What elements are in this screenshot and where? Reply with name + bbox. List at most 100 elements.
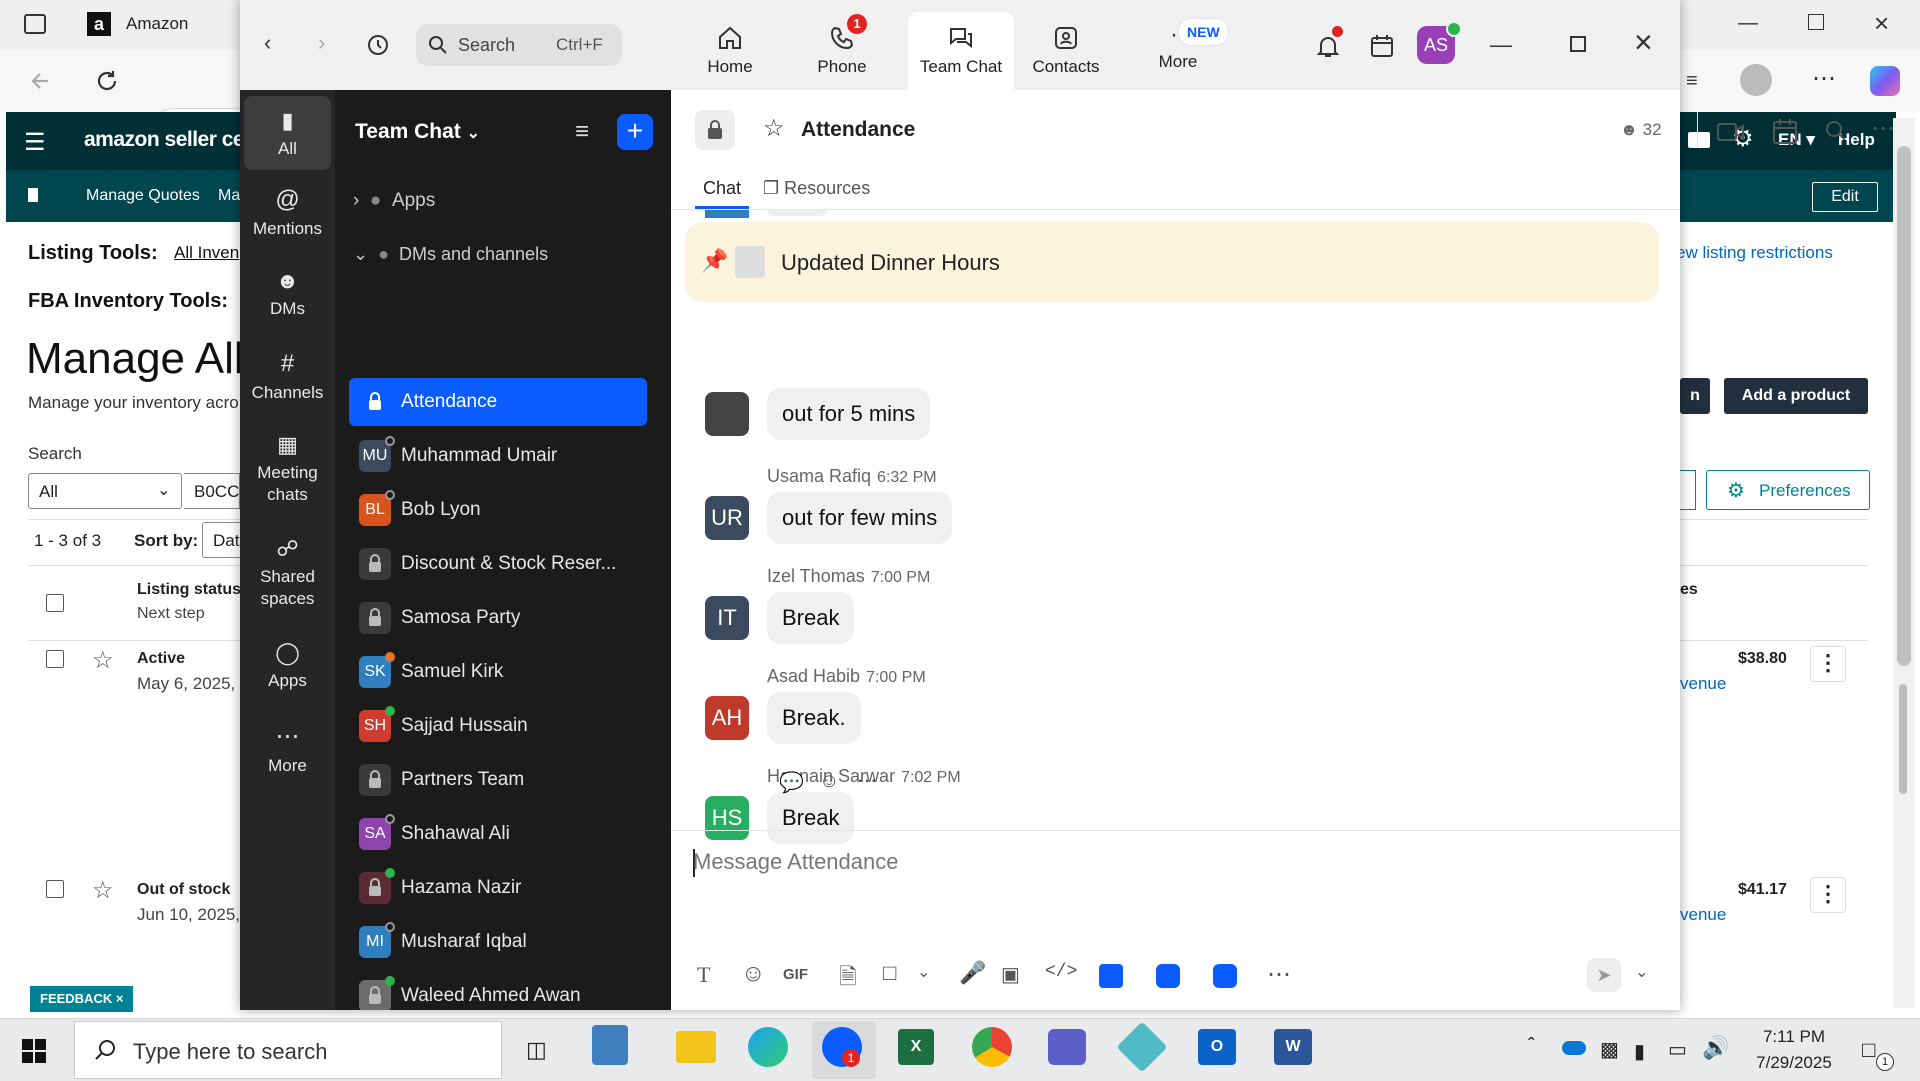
search-icon[interactable]	[1825, 120, 1847, 142]
channel-item[interactable]: MU Muhammad Umair	[349, 432, 647, 480]
reply-icon[interactable]: 💬	[779, 770, 804, 795]
row-revenue-link[interactable]: venue	[1680, 674, 1726, 694]
file-icon[interactable]: 🗎	[839, 960, 857, 998]
channel-item[interactable]: Samosa Party	[349, 594, 647, 642]
row-checkbox[interactable]	[46, 880, 64, 898]
calendar-status-icon[interactable]	[1368, 32, 1396, 60]
clock-time[interactable]: 7:11 PM	[1754, 1027, 1834, 1047]
edit-button[interactable]: Edit	[1812, 182, 1878, 212]
nav-manage-quotes[interactable]: Manage Quotes	[86, 187, 200, 205]
row-checkbox[interactable]	[46, 650, 64, 668]
send-options-chevron-icon[interactable]: ⌄	[1635, 962, 1648, 982]
code-icon[interactable]: </>	[1045, 962, 1077, 982]
back-arrow-icon[interactable]: ‹	[264, 30, 271, 56]
minimize-icon[interactable]: —	[1738, 12, 1758, 35]
channel-item[interactable]: SH Sajjad Hussain	[349, 702, 647, 750]
pinned-message-bar[interactable]: 📌 Updated Dinner Hours	[685, 222, 1659, 302]
message-avatar[interactable]: AH	[705, 696, 749, 740]
microphone-icon[interactable]: 🎤	[959, 960, 986, 986]
send-icon[interactable]: ➤	[1587, 958, 1621, 992]
sender-name[interactable]: Usama Rafiq	[767, 466, 871, 486]
channel-item[interactable]: SA Shahawal Ali	[349, 810, 647, 858]
more-options-icon[interactable]: ⋯	[1871, 114, 1895, 143]
copilot-icon[interactable]	[1870, 66, 1900, 96]
add-product-button[interactable]: Add a product	[1724, 378, 1868, 414]
star-icon[interactable]: ☆	[92, 646, 114, 675]
amazon-logo[interactable]: amazon seller cen	[84, 128, 257, 152]
reload-icon[interactable]	[94, 68, 120, 94]
message-avatar[interactable]: HS	[705, 796, 749, 840]
message-bubble[interactable]: Break	[767, 592, 855, 644]
calculator-app-icon[interactable]	[592, 1025, 628, 1065]
message-more-icon[interactable]: ⋯	[857, 768, 877, 793]
channel-title[interactable]: Attendance	[801, 118, 915, 142]
search-input[interactable]: B0CC2	[184, 473, 249, 509]
nav-team-chat[interactable]: Team Chat	[914, 24, 1008, 77]
back-icon[interactable]	[28, 68, 54, 94]
mail-icon[interactable]	[1688, 132, 1710, 148]
star-icon[interactable]: ☆	[92, 876, 114, 905]
maximize-icon[interactable]	[1570, 36, 1586, 52]
view-restrictions-link[interactable]: ew listing restrictions	[1676, 243, 1833, 263]
rail-dms[interactable]: ☻ DMs	[240, 268, 335, 320]
message-avatar[interactable]: UR	[705, 496, 749, 540]
chevron-up-icon[interactable]: ˆ	[1528, 1035, 1535, 1058]
preferences-button[interactable]: ⚙ Preferences	[1706, 470, 1870, 510]
browser-tab-title[interactable]: Amazon	[126, 14, 188, 34]
add-reaction-icon[interactable]: ☺	[819, 770, 839, 793]
file-explorer-icon[interactable]	[676, 1031, 716, 1063]
partial-outline-button[interactable]	[1680, 470, 1696, 510]
message-avatar[interactable]: IT	[705, 596, 749, 640]
screenshot-icon[interactable]: □	[883, 960, 896, 986]
video-message-icon[interactable]: ▣	[1001, 962, 1020, 987]
rail-meeting-chats[interactable]: ▦ Meeting chats	[240, 432, 335, 506]
excel-icon[interactable]: X	[898, 1029, 934, 1065]
outlook-icon[interactable]: O	[1198, 1029, 1236, 1065]
word-icon[interactable]: W	[1274, 1029, 1312, 1065]
panel-title[interactable]: Team Chat ⌄	[355, 120, 480, 144]
video-icon[interactable]	[1717, 122, 1745, 142]
gif-button[interactable]: GIF	[783, 966, 808, 983]
teams-icon[interactable]	[1048, 1029, 1086, 1065]
battery-icon[interactable]: ▮	[1634, 1039, 1645, 1064]
bookmark-icon[interactable]	[28, 188, 38, 202]
chat-scrollbar-thumb[interactable]	[1899, 684, 1907, 794]
message-bubble[interactable]: out for 5 mins	[767, 388, 931, 440]
section-apps[interactable]: › ● Apps	[353, 190, 435, 212]
docs-app-icon[interactable]	[1099, 964, 1123, 988]
channel-item[interactable]: Waleed Ahmed Awan	[349, 972, 647, 1010]
sort-select[interactable]: Dat	[202, 522, 242, 558]
minimize-icon[interactable]: —	[1490, 32, 1512, 58]
nav-more[interactable]: ·· More NEW	[1138, 18, 1229, 72]
close-icon[interactable]: ×	[1634, 24, 1653, 61]
browser-menu-icon[interactable]: ⋯	[1812, 64, 1836, 93]
hamburger-menu-icon[interactable]: ☰	[24, 128, 46, 157]
member-count[interactable]: ☻ 32	[1620, 120, 1662, 140]
emoji-icon[interactable]: ☺	[741, 960, 766, 988]
network-status-icon[interactable]: ▩	[1600, 1037, 1619, 1062]
notification-center-icon[interactable]: □	[1862, 1037, 1875, 1063]
rail-all[interactable]: ▮ All	[244, 96, 331, 170]
nav-phone[interactable]: Phone 1	[802, 14, 882, 77]
rail-more[interactable]: ⋯ More	[240, 722, 335, 777]
edge-icon[interactable]	[748, 1027, 788, 1067]
collections-icon[interactable]: ≡	[1686, 70, 1698, 93]
channel-item[interactable]: Discount & Stock Reser...	[349, 540, 647, 588]
tab-actions-icon[interactable]	[24, 14, 46, 34]
taskbar-search[interactable]: Type here to search	[74, 1021, 502, 1079]
windows-start-icon[interactable]	[22, 1039, 46, 1063]
restore-icon[interactable]	[1808, 14, 1824, 30]
rail-mentions[interactable]: @ Mentions	[240, 186, 335, 240]
channel-item[interactable]: MI Musharaf Iqbal	[349, 918, 647, 966]
channel-item[interactable]: Partners Team	[349, 756, 647, 804]
app-icon-diamond[interactable]	[1116, 1021, 1168, 1073]
tab-chat[interactable]: Chat	[703, 178, 741, 199]
tab-resources[interactable]: ❐ Resources	[763, 178, 870, 199]
chevron-down-icon[interactable]: ⌄	[917, 962, 930, 982]
chrome-icon[interactable]	[972, 1027, 1012, 1067]
task-view-icon[interactable]: ◫	[526, 1037, 547, 1063]
search-scope-select[interactable]: All ⌄	[28, 473, 182, 509]
rail-shared-spaces[interactable]: ☍ Shared spaces	[240, 536, 335, 610]
message-avatar[interactable]	[705, 392, 749, 436]
message-composer[interactable]: Message Attendance	[693, 843, 1593, 883]
